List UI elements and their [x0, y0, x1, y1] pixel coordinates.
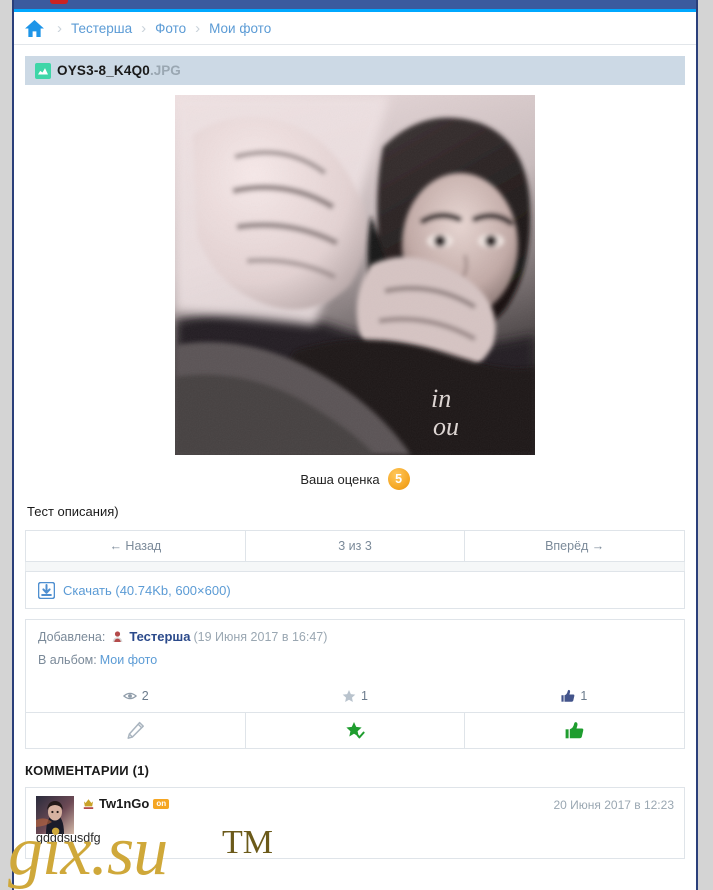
download-icon: [38, 581, 63, 599]
breadcrumb-separator: ›: [195, 19, 201, 37]
comment-item: Tw1nGo on 20 Июня 2017 в 12:23 gdgdsusdf…: [25, 787, 685, 859]
added-label: Добавлена:: [38, 629, 106, 644]
file-extension: .JPG: [150, 63, 181, 78]
album-link[interactable]: Мои фото: [100, 653, 157, 667]
comment-username[interactable]: Tw1nGo: [99, 796, 149, 811]
eye-icon: [122, 689, 137, 703]
rating-row: Ваша оценка 5: [14, 455, 696, 500]
file-name: OYS3-8_K4Q0: [57, 63, 150, 78]
breadcrumb-separator: ›: [141, 19, 147, 37]
views-count: 2: [141, 689, 149, 703]
home-icon[interactable]: [25, 19, 48, 37]
comments-heading: КОММЕНТАРИИ (1): [25, 763, 150, 778]
author-link[interactable]: Тестерша: [129, 629, 190, 644]
photo-actions: [26, 712, 684, 748]
likes-stat: 1: [465, 689, 684, 712]
pencil-icon: [126, 721, 145, 740]
file-header: OYS3-8_K4Q0 .JPG: [25, 56, 685, 85]
thumbs-up-icon: [561, 689, 575, 703]
photo-image[interactable]: in ou: [175, 95, 535, 455]
photo-container: in ou: [14, 85, 696, 455]
favorites-stat: 1: [245, 689, 464, 712]
download-button[interactable]: Скачать (40.74Kb, 600×600): [25, 571, 685, 609]
like-button[interactable]: [464, 713, 684, 748]
breadcrumb-item-user[interactable]: Тестерша: [71, 21, 132, 36]
rating-value-badge[interactable]: 5: [387, 468, 410, 490]
online-badge: on: [153, 798, 170, 809]
next-photo-button[interactable]: Вперёд →: [464, 531, 684, 561]
prev-photo-button[interactable]: ← Назад: [26, 531, 245, 561]
star-check-icon: [345, 721, 365, 740]
added-date: (19 Июня 2017 в 16:47): [193, 629, 328, 644]
crown-icon: [82, 797, 95, 810]
breadcrumb-item-album[interactable]: Мои фото: [209, 21, 271, 36]
page-frame-right: [696, 0, 698, 890]
page-content: › Тестерша › Фото › Мои фото OYS3-8_K4Q0…: [14, 12, 696, 890]
breadcrumb-item-photo[interactable]: Фото: [155, 21, 186, 36]
photo-stats: 2 1 1: [26, 689, 684, 712]
comment-body: Tw1nGo on 20 Июня 2017 в 12:23 gdgdsusdf…: [36, 796, 674, 848]
added-by-line: Добавлена: Тестерша (19 Июня 2017 в 16:4…: [26, 620, 684, 644]
photo-navigation: ← Назад 3 из 3 Вперёд →: [25, 530, 685, 562]
browser-tab-favicon: [50, 0, 68, 4]
user-icon: [108, 630, 126, 643]
likes-count: 1: [580, 689, 588, 703]
favorite-button[interactable]: [244, 713, 465, 748]
rating-label: Ваша оценка: [300, 471, 380, 487]
album-label: В альбом:: [38, 653, 97, 667]
breadcrumb: › Тестерша › Фото › Мои фото: [14, 12, 696, 45]
download-label: Скачать (40.74Kb, 600×600): [63, 582, 231, 598]
photo-counter[interactable]: 3 из 3: [244, 531, 465, 561]
favorites-count: 1: [361, 689, 368, 703]
image-file-icon: [35, 62, 51, 79]
photo-meta-panel: Добавлена: Тестерша (19 Июня 2017 в 16:4…: [25, 619, 685, 749]
comment-date: 20 Июня 2017 в 12:23: [553, 798, 674, 812]
photo-description: Тест описания): [27, 504, 119, 519]
avatar[interactable]: [36, 796, 74, 834]
thumbs-up-icon: [565, 721, 584, 740]
star-icon: [342, 689, 356, 703]
section-spacer: [25, 562, 685, 571]
page-root: › Тестерша › Фото › Мои фото OYS3-8_K4Q0…: [0, 0, 713, 890]
edit-button[interactable]: [26, 713, 245, 748]
comment-text: gdgdsusdfg: [36, 831, 101, 845]
album-line: В альбом: Мои фото: [26, 644, 684, 677]
views-stat: 2: [26, 689, 245, 712]
breadcrumb-separator: ›: [57, 19, 62, 37]
